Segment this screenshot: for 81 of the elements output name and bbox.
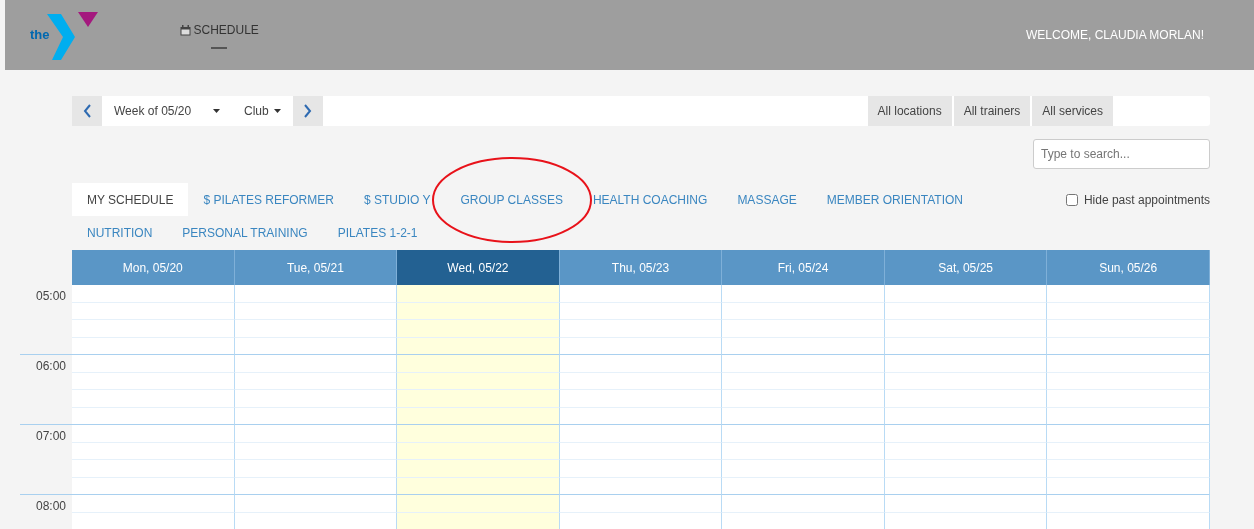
calendar-slot[interactable]	[72, 320, 235, 338]
calendar-slot[interactable]	[884, 320, 1048, 338]
caret-icon	[273, 109, 281, 113]
previous-week-button[interactable]	[72, 96, 102, 126]
category-tab[interactable]: MASSAGE	[722, 183, 812, 216]
calendar-slot[interactable]	[72, 460, 235, 478]
calendar-slot[interactable]	[72, 425, 235, 443]
calendar-slot[interactable]	[559, 495, 723, 513]
calendar-slot[interactable]	[884, 460, 1048, 478]
calendar-slot[interactable]	[1047, 355, 1210, 373]
calendar-slot[interactable]	[1047, 320, 1210, 338]
nav-link[interactable]: SCHEDULE	[179, 21, 259, 49]
welcome-message: WELCOME, CLAUDIA MORLAN!	[1025, 27, 1204, 44]
filter-button[interactable]: All services	[1032, 96, 1113, 126]
filter-button[interactable]: All trainers	[953, 96, 1031, 126]
calendar-slot[interactable]	[722, 285, 885, 303]
checkbox-label: Hide past appointments	[1083, 191, 1210, 209]
calendar-slot[interactable]	[234, 425, 398, 443]
calendar-slot[interactable]	[559, 460, 723, 478]
calendar-slot[interactable]	[397, 390, 560, 408]
category-tab[interactable]: $ STUDIO Y	[348, 183, 446, 216]
day-header: Sun, 05/26	[1047, 250, 1210, 285]
category-tab[interactable]: PERSONAL TRAINING	[167, 221, 323, 245]
calendar-slot[interactable]	[1047, 390, 1210, 408]
calendar-slot[interactable]	[722, 355, 885, 373]
calendar-slot[interactable]	[559, 425, 723, 443]
chevron-right-icon	[303, 104, 313, 118]
calendar-slot[interactable]	[397, 355, 560, 373]
calendar-slot[interactable]	[397, 425, 560, 443]
next-week-button[interactable]	[292, 96, 323, 126]
calendar-slot[interactable]	[234, 285, 398, 303]
calendar-slot[interactable]	[722, 320, 885, 338]
chevron-left-icon	[82, 104, 92, 118]
calendar-slot[interactable]	[397, 320, 560, 338]
calendar-slot[interactable]	[884, 285, 1048, 303]
calendar-slot[interactable]	[234, 495, 398, 513]
hide-past-checkbox[interactable]	[1065, 193, 1078, 206]
search-field[interactable]: Type to search...	[1033, 139, 1210, 169]
filter-button[interactable]: All locations	[867, 96, 952, 126]
calendar-slot[interactable]	[884, 390, 1048, 408]
calendar-slot[interactable]	[722, 425, 885, 443]
calendar-slot[interactable]	[397, 460, 560, 478]
caret-icon	[213, 109, 220, 113]
calendar-slot[interactable]	[722, 460, 885, 478]
category-tab[interactable]: MY SCHEDULE	[72, 183, 189, 216]
calendar-slot[interactable]	[722, 390, 885, 408]
category-tab[interactable]: NUTRITION	[72, 221, 168, 245]
calendar-slot[interactable]	[397, 495, 560, 513]
day-header: Sat, 05/25	[884, 250, 1048, 285]
calendar-slot[interactable]	[72, 495, 235, 513]
calendar-slot[interactable]	[1047, 285, 1210, 303]
category-tab[interactable]: MEMBER ORIENTATION	[811, 183, 978, 216]
calendar-slot[interactable]	[72, 355, 235, 373]
day-header: Wed, 05/22	[397, 250, 560, 285]
calendar-slot[interactable]	[72, 285, 235, 303]
day-header: Mon, 05/20	[72, 250, 235, 285]
day-header: Thu, 05/23	[559, 250, 723, 285]
calendar-slot[interactable]	[559, 355, 723, 373]
category-tab[interactable]: PILATES 1-2-1	[322, 221, 433, 245]
calendar-slot[interactable]	[234, 460, 398, 478]
calendar-icon	[179, 24, 191, 36]
calendar-slot[interactable]	[559, 285, 723, 303]
calendar-slot[interactable]	[559, 320, 723, 338]
calendar-slot[interactable]	[884, 425, 1048, 443]
calendar-slot[interactable]	[884, 495, 1048, 513]
calendar-slot[interactable]	[1047, 495, 1210, 513]
calendar-slot[interactable]	[234, 320, 398, 338]
day-header: Tue, 05/21	[234, 250, 398, 285]
category-tab[interactable]: $ PILATES REFORMER	[188, 183, 349, 216]
logo-text: the	[30, 26, 50, 45]
calendar-slot[interactable]	[234, 390, 398, 408]
calendar-slot[interactable]	[884, 355, 1048, 373]
calendar-slot[interactable]	[722, 495, 885, 513]
calendar-slot[interactable]	[234, 355, 398, 373]
calendar-slot[interactable]	[1047, 425, 1210, 443]
calendar-slot[interactable]	[1047, 460, 1210, 478]
calendar-slot[interactable]	[559, 390, 723, 408]
category-tab[interactable]: HEALTH COACHING	[577, 183, 723, 216]
calendar-slot[interactable]	[72, 390, 235, 408]
day-header: Fri, 05/24	[722, 250, 885, 285]
calendar-slot[interactable]	[397, 285, 560, 303]
